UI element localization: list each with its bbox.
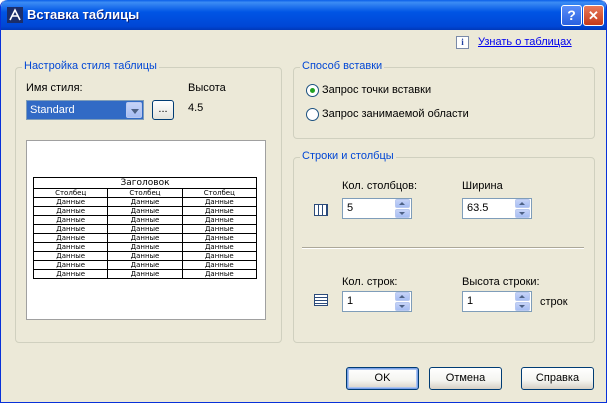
preview-cell: Данные <box>107 197 183 207</box>
style-name-label: Имя стиля: <box>26 82 83 94</box>
insert-window-radio[interactable] <box>306 108 319 121</box>
preview-cell: Данные <box>181 251 258 261</box>
row-height-unit: строк <box>540 296 568 308</box>
preview-cell: Данные <box>32 206 109 216</box>
preview-cell: Данные <box>32 269 109 279</box>
preview-cell: Данные <box>32 233 109 243</box>
browse-style-button[interactable]: ... <box>152 100 174 120</box>
width-spinner[interactable]: 63.5 <box>462 198 532 219</box>
learn-about-tables-link[interactable]: Узнать о таблицах <box>478 36 572 48</box>
preview-header-cell: Столбец <box>107 188 183 198</box>
preview-cell: Данные <box>107 242 183 252</box>
spin-down-icon[interactable] <box>395 209 410 218</box>
preview-cell: Данные <box>181 233 258 243</box>
window-title: Вставка таблицы <box>27 7 140 22</box>
preview-cell: Данные <box>107 233 183 243</box>
help-button[interactable]: Справка <box>521 367 594 390</box>
insertion-method-legend: Способ вставки <box>300 60 385 72</box>
chevron-down-icon[interactable] <box>126 102 142 118</box>
preview-cell: Данные <box>107 224 183 234</box>
width-value: 63.5 <box>467 202 489 214</box>
rows-label: Кол. строк: <box>342 276 398 288</box>
spin-up-icon[interactable] <box>515 199 530 208</box>
divider <box>302 247 584 249</box>
help-title-button[interactable]: ? <box>561 5 582 26</box>
preview-cell: Данные <box>181 260 258 270</box>
preview-cell: Данные <box>107 215 183 225</box>
style-name-combobox[interactable]: Standard <box>26 100 144 120</box>
preview-table: Заголовок Столбец Столбец Столбец Данные… <box>32 177 258 279</box>
ok-button[interactable]: OK <box>346 367 419 390</box>
width-label: Ширина <box>462 180 503 192</box>
spin-up-icon[interactable] <box>395 292 410 301</box>
height-label: Высота <box>188 82 226 94</box>
autocad-app-icon <box>7 7 23 23</box>
preview-header-cell: Столбец <box>181 188 258 198</box>
info-icon: i <box>456 36 469 49</box>
insert-point-radio[interactable] <box>306 84 319 97</box>
spin-down-icon[interactable] <box>515 209 530 218</box>
rows-columns-legend: Строки и столбцы <box>300 150 396 162</box>
rows-columns-group: Строки и столбцы Кол. столбцов: 5 Ширина… <box>293 150 595 343</box>
preview-cell: Данные <box>107 206 183 216</box>
style-name-value: Standard <box>30 104 75 116</box>
height-value: 4.5 <box>188 102 204 114</box>
rows-value: 1 <box>347 295 354 307</box>
spin-down-icon[interactable] <box>515 302 530 311</box>
close-button[interactable]: ✕ <box>583 5 604 26</box>
columns-spinner[interactable]: 5 <box>342 198 412 219</box>
preview-cell: Данные <box>107 251 183 261</box>
table-style-group: Настройка стиля таблицы Имя стиля: Stand… <box>15 60 282 343</box>
preview-cell: Данные <box>181 242 258 252</box>
spin-up-icon[interactable] <box>395 199 410 208</box>
preview-header-cell: Столбец <box>32 188 109 198</box>
preview-title: Заголовок <box>33 177 257 189</box>
preview-cell: Данные <box>32 242 109 252</box>
preview-cell: Данные <box>181 206 258 216</box>
preview-cell: Данные <box>32 260 109 270</box>
preview-cell: Данные <box>32 251 109 261</box>
cancel-button[interactable]: Отмена <box>429 367 502 390</box>
preview-cell: Данные <box>181 224 258 234</box>
insertion-method-group: Способ вставки Запрос точки вставки Запр… <box>293 60 595 139</box>
preview-cell: Данные <box>107 260 183 270</box>
preview-cell: Данные <box>32 215 109 225</box>
preview-cell: Данные <box>181 197 258 207</box>
title-bar[interactable]: Вставка таблицы ? ✕ <box>1 0 606 30</box>
row-height-spinner[interactable]: 1 <box>462 291 532 312</box>
table-style-legend: Настройка стиля таблицы <box>22 60 159 72</box>
spin-down-icon[interactable] <box>395 302 410 311</box>
rows-icon <box>314 294 328 306</box>
preview-cell: Данные <box>32 224 109 234</box>
insert-point-label[interactable]: Запрос точки вставки <box>322 84 431 96</box>
preview-cell: Данные <box>181 269 258 279</box>
row-height-label: Высота строки: <box>462 276 540 288</box>
insert-table-dialog: Вставка таблицы ? ✕ i Узнать о таблицах … <box>0 0 607 403</box>
columns-value: 5 <box>347 202 354 214</box>
spin-up-icon[interactable] <box>515 292 530 301</box>
preview-cell: Данные <box>107 269 183 279</box>
rows-spinner[interactable]: 1 <box>342 291 412 312</box>
columns-label: Кол. столбцов: <box>342 180 418 192</box>
table-preview: Заголовок Столбец Столбец Столбец Данные… <box>26 140 266 320</box>
insert-window-label[interactable]: Запрос занимаемой области <box>322 108 469 120</box>
preview-cell: Данные <box>32 197 109 207</box>
preview-cell: Данные <box>181 215 258 225</box>
row-height-value: 1 <box>467 295 474 307</box>
columns-icon <box>314 204 328 216</box>
